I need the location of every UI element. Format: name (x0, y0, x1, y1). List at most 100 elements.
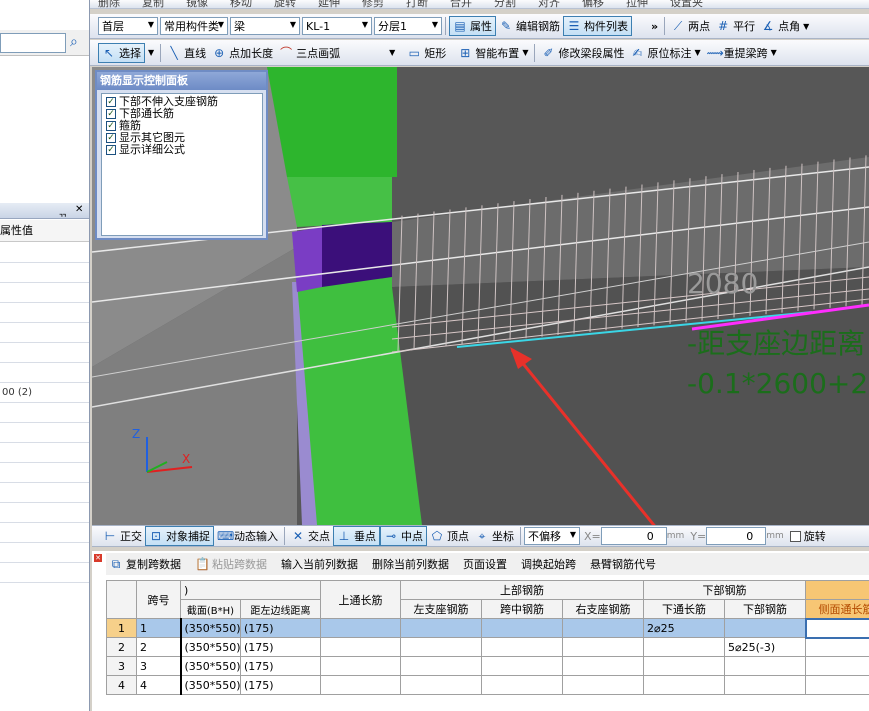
mid-span-cell[interactable] (481, 675, 564, 695)
top-partial-item[interactable]: 偏移 (582, 0, 604, 8)
left-support-cell[interactable] (400, 675, 483, 695)
bottom-cell[interactable] (724, 618, 807, 638)
top-through-cell[interactable] (320, 675, 402, 695)
property-row[interactable] (0, 463, 89, 483)
section-cell[interactable]: (350*550) (180, 618, 241, 638)
top-partial-item[interactable]: 打断 (406, 0, 428, 8)
element-select[interactable]: KL-1 ▼ (302, 17, 372, 35)
side-through-cell[interactable] (805, 675, 869, 695)
span-cell[interactable]: 1 (136, 618, 182, 638)
edge-dist-cell[interactable]: (175) (239, 675, 322, 695)
top-partial-item[interactable]: 旋转 (274, 0, 296, 8)
right-support-cell[interactable] (562, 675, 645, 695)
top-partial-item[interactable]: 拉伸 (626, 0, 648, 8)
span-cell[interactable]: 3 (136, 656, 182, 676)
right-support-cell[interactable] (562, 618, 645, 638)
coordinate-button[interactable]: ⌖ 坐标 (472, 526, 517, 546)
top-partial-item[interactable]: 镜像 (186, 0, 208, 8)
edge-dist-cell[interactable]: (175) (239, 656, 322, 676)
bottom-cell[interactable] (724, 675, 807, 695)
table-row[interactable]: 3 3 (350*550) (175) (106, 656, 869, 676)
top-partial-item[interactable]: 分割 (494, 0, 516, 8)
property-row[interactable] (0, 283, 89, 303)
property-row[interactable] (0, 403, 89, 423)
property-row[interactable]: 00 (2) (0, 383, 89, 403)
checkbox-checked-icon[interactable]: ✓ (106, 145, 116, 155)
top-through-cell[interactable] (320, 618, 402, 638)
checkbox-checked-icon[interactable]: ✓ (106, 97, 116, 107)
top-through-cell[interactable] (320, 656, 402, 676)
copy-span-button[interactable]: ⧉ 复制跨数据 (106, 554, 184, 574)
bottom-through-cell[interactable]: 2⌀25 (643, 618, 726, 638)
left-support-cell[interactable] (400, 618, 483, 638)
side-through-cell[interactable] (805, 637, 869, 657)
y-input[interactable]: 0 (706, 527, 767, 545)
property-row[interactable] (0, 523, 89, 543)
component-type-select[interactable]: 常用构件类 ▼ (160, 17, 228, 35)
edge-dist-cell[interactable]: (175) (239, 618, 322, 638)
bottom-cell[interactable] (724, 656, 807, 676)
top-partial-item[interactable]: 设置夹 (670, 0, 703, 8)
side-through-cell[interactable] (804, 617, 869, 639)
top-partial-item[interactable]: 延伸 (318, 0, 340, 8)
component-list-button[interactable]: ☰ 构件列表 (563, 16, 632, 36)
side-through-cell[interactable] (805, 656, 869, 676)
property-row[interactable] (0, 483, 89, 503)
close-icon[interactable]: ✕ (75, 204, 83, 215)
smart-layout-button[interactable]: ⊞ 智能布置 ▼ (455, 43, 531, 63)
x-input[interactable]: 0 (600, 527, 667, 545)
component-select[interactable]: 梁 ▼ (230, 17, 300, 35)
span-cell[interactable]: 2 (136, 637, 182, 657)
property-row[interactable] (0, 423, 89, 443)
top-partial-item[interactable]: 删除 (98, 0, 120, 8)
dynamic-input-button[interactable]: ⌨ 动态输入 (214, 526, 281, 546)
select-button[interactable]: ↖ 选择 (98, 42, 145, 63)
re-extract-span-button[interactable]: ⟿ 重提梁跨 ▼ (704, 43, 780, 63)
top-through-cell[interactable] (320, 637, 402, 657)
property-row[interactable] (0, 343, 89, 363)
property-row[interactable] (0, 303, 89, 323)
object-snap-button[interactable]: ⊡ 对象捕捉 (145, 526, 214, 546)
property-row[interactable] (0, 363, 89, 383)
edge-dist-cell[interactable]: (175) (239, 637, 322, 657)
two-points-button[interactable]: ⟋ 两点 (668, 16, 713, 36)
mid-span-cell[interactable] (481, 637, 564, 657)
swap-start-button[interactable]: 调换起始跨 (518, 554, 579, 574)
offset-select[interactable]: 不偏移 ▼ (524, 527, 580, 545)
intersection-button[interactable]: ✕ 交点 (288, 526, 333, 546)
section-cell[interactable]: (350*550) (180, 656, 241, 676)
section-cell[interactable]: (350*550) (180, 675, 241, 695)
table-row[interactable]: 4 4 (350*550) (175) (106, 675, 869, 695)
rotate-checkbox[interactable] (789, 530, 801, 542)
delete-col-button[interactable]: 删除当前列数据 (369, 554, 452, 574)
property-row[interactable] (0, 243, 89, 263)
ortho-button[interactable]: ⊢ 正交 (100, 526, 145, 546)
table-row[interactable]: 1 1 (350*550) (175) 2⌀25 (106, 617, 869, 639)
three-point-arc-button[interactable]: ⌒ 三点画弧 ▼ (276, 43, 398, 63)
bottom-through-cell[interactable] (643, 637, 726, 657)
midpoint-button[interactable]: ⊸ 中点 (380, 526, 427, 546)
vertex-button[interactable]: ⬠ 顶点 (427, 526, 472, 546)
left-support-cell[interactable] (400, 637, 483, 657)
point-length-button[interactable]: ⊕ 点加长度 (209, 43, 276, 63)
rebar-option[interactable]: ✓ 显示详细公式 (106, 144, 258, 156)
mid-span-cell[interactable] (481, 618, 564, 638)
edit-rebar-button[interactable]: ✎ 编辑钢筋 (496, 16, 563, 36)
property-row[interactable] (0, 443, 89, 463)
pin-icon[interactable]: ᆩ (58, 204, 67, 219)
search-icon[interactable]: ⌕ (70, 34, 78, 50)
top-partial-item[interactable]: 修剪 (362, 0, 384, 8)
rectangle-button[interactable]: ▭ 矩形 (404, 43, 449, 63)
grid-close-icon[interactable]: ✕ (94, 554, 102, 562)
top-partial-item[interactable]: 对齐 (538, 0, 560, 8)
input-col-button[interactable]: 输入当前列数据 (278, 554, 361, 574)
property-row[interactable] (0, 503, 89, 523)
top-partial-item[interactable]: 合并 (450, 0, 472, 8)
floor-select[interactable]: 首层 ▼ (98, 17, 158, 35)
perpendicular-button[interactable]: ⊥ 垂点 (333, 526, 380, 546)
bottom-through-cell[interactable] (643, 675, 726, 695)
property-row[interactable] (0, 543, 89, 563)
layer-select[interactable]: 分层1 ▼ (374, 17, 442, 35)
parallel-button[interactable]: # 平行 (713, 16, 758, 36)
right-support-cell[interactable] (562, 656, 645, 676)
